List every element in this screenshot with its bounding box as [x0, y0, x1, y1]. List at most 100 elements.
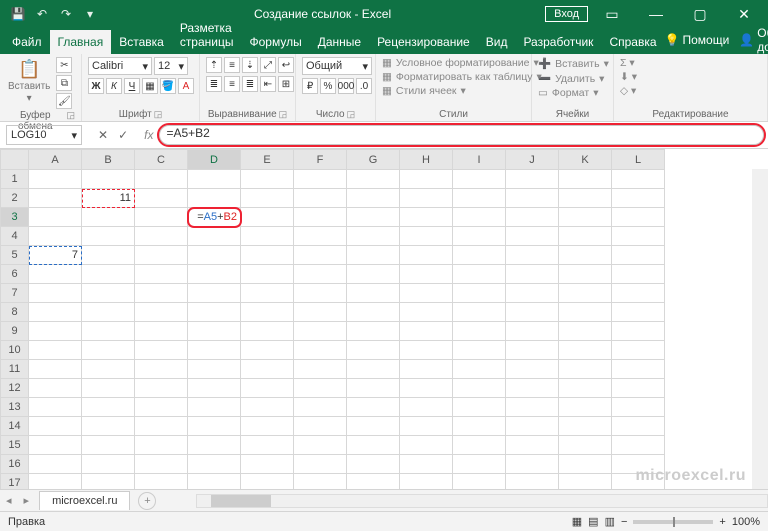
- cell[interactable]: [612, 189, 665, 208]
- cell[interactable]: [559, 284, 612, 303]
- cell[interactable]: [188, 227, 241, 246]
- align-bottom-button[interactable]: ⇣: [242, 57, 258, 73]
- select-all-corner[interactable]: [1, 150, 29, 170]
- view-normal-icon[interactable]: ▦: [572, 515, 582, 528]
- cell[interactable]: [135, 322, 188, 341]
- dialog-launcher-icon[interactable]: ◲: [347, 109, 356, 120]
- cell[interactable]: [400, 246, 453, 265]
- cell[interactable]: [559, 474, 612, 490]
- tab-view[interactable]: Вид: [478, 30, 516, 54]
- cell[interactable]: [347, 455, 400, 474]
- bold-button[interactable]: Ж: [88, 78, 104, 94]
- cell[interactable]: [612, 208, 665, 227]
- cell[interactable]: [135, 417, 188, 436]
- cell[interactable]: [347, 417, 400, 436]
- cell[interactable]: [506, 474, 559, 490]
- cell[interactable]: [400, 208, 453, 227]
- cell[interactable]: [188, 303, 241, 322]
- column-header[interactable]: G: [347, 150, 400, 170]
- column-header[interactable]: D: [188, 150, 241, 170]
- sheet-nav-next-icon[interactable]: ▸: [18, 494, 36, 507]
- cell[interactable]: [612, 360, 665, 379]
- cell[interactable]: [188, 417, 241, 436]
- cell[interactable]: [453, 322, 506, 341]
- cell[interactable]: [400, 227, 453, 246]
- ribbon-display-icon[interactable]: ▭: [592, 6, 632, 23]
- cell[interactable]: [29, 189, 82, 208]
- cell[interactable]: [241, 360, 294, 379]
- cell[interactable]: [506, 322, 559, 341]
- cell[interactable]: [400, 322, 453, 341]
- cell[interactable]: [241, 455, 294, 474]
- cell[interactable]: [82, 322, 135, 341]
- cell[interactable]: [453, 455, 506, 474]
- increase-decimal-button[interactable]: .0: [356, 78, 372, 94]
- cell[interactable]: [241, 379, 294, 398]
- maximize-icon[interactable]: ▢: [680, 6, 720, 23]
- cell[interactable]: [135, 303, 188, 322]
- cell[interactable]: [82, 474, 135, 490]
- cell[interactable]: [400, 474, 453, 490]
- fill-button[interactable]: ⬇ ▾: [620, 71, 637, 83]
- cell[interactable]: [29, 227, 82, 246]
- add-sheet-button[interactable]: +: [138, 492, 156, 510]
- row-header[interactable]: 3: [1, 208, 29, 227]
- cell[interactable]: [241, 474, 294, 490]
- cell[interactable]: [188, 322, 241, 341]
- cell[interactable]: [188, 189, 241, 208]
- cell[interactable]: [400, 341, 453, 360]
- cell[interactable]: [506, 170, 559, 189]
- cell[interactable]: [347, 379, 400, 398]
- view-layout-icon[interactable]: ▤: [588, 515, 598, 528]
- cell[interactable]: [559, 189, 612, 208]
- row-header[interactable]: 4: [1, 227, 29, 246]
- cell[interactable]: [29, 417, 82, 436]
- cell[interactable]: [400, 284, 453, 303]
- cell[interactable]: [400, 265, 453, 284]
- cell[interactable]: [506, 341, 559, 360]
- row-header[interactable]: 16: [1, 455, 29, 474]
- tab-insert[interactable]: Вставка: [111, 30, 172, 54]
- cell[interactable]: [347, 227, 400, 246]
- row-header[interactable]: 8: [1, 303, 29, 322]
- cell[interactable]: [612, 246, 665, 265]
- tab-file[interactable]: Файл: [4, 30, 50, 54]
- column-header[interactable]: I: [453, 150, 506, 170]
- font-color-button[interactable]: A: [178, 78, 194, 94]
- cell[interactable]: [294, 189, 347, 208]
- cell[interactable]: [612, 265, 665, 284]
- cell[interactable]: [241, 265, 294, 284]
- cell[interactable]: [559, 265, 612, 284]
- cell[interactable]: [241, 436, 294, 455]
- currency-button[interactable]: ₽: [302, 78, 318, 94]
- minimize-icon[interactable]: —: [636, 6, 676, 22]
- cell[interactable]: [559, 208, 612, 227]
- cell[interactable]: [294, 436, 347, 455]
- paste-button[interactable]: 📋 Вставить ▾: [6, 57, 52, 106]
- cell[interactable]: [294, 284, 347, 303]
- cell[interactable]: [29, 284, 82, 303]
- column-header[interactable]: A: [29, 150, 82, 170]
- cell[interactable]: [135, 189, 188, 208]
- cell[interactable]: [612, 303, 665, 322]
- column-header[interactable]: L: [612, 150, 665, 170]
- tab-home[interactable]: Главная: [50, 30, 112, 54]
- cell[interactable]: =A5+B2: [188, 208, 241, 227]
- font-size-dropdown[interactable]: 12▾: [154, 57, 188, 75]
- cell[interactable]: [400, 303, 453, 322]
- cell[interactable]: [294, 265, 347, 284]
- cell[interactable]: [82, 246, 135, 265]
- cell[interactable]: [347, 474, 400, 490]
- cell[interactable]: [135, 208, 188, 227]
- cell[interactable]: [241, 246, 294, 265]
- cell[interactable]: [559, 170, 612, 189]
- sheet-tab[interactable]: microexcel.ru: [39, 491, 130, 510]
- align-right-button[interactable]: ≣: [242, 76, 258, 92]
- close-icon[interactable]: ✕: [724, 6, 764, 23]
- cell[interactable]: [559, 436, 612, 455]
- cell[interactable]: [453, 398, 506, 417]
- cell[interactable]: [400, 417, 453, 436]
- cell[interactable]: [241, 398, 294, 417]
- cell[interactable]: [559, 379, 612, 398]
- tab-data[interactable]: Данные: [310, 30, 369, 54]
